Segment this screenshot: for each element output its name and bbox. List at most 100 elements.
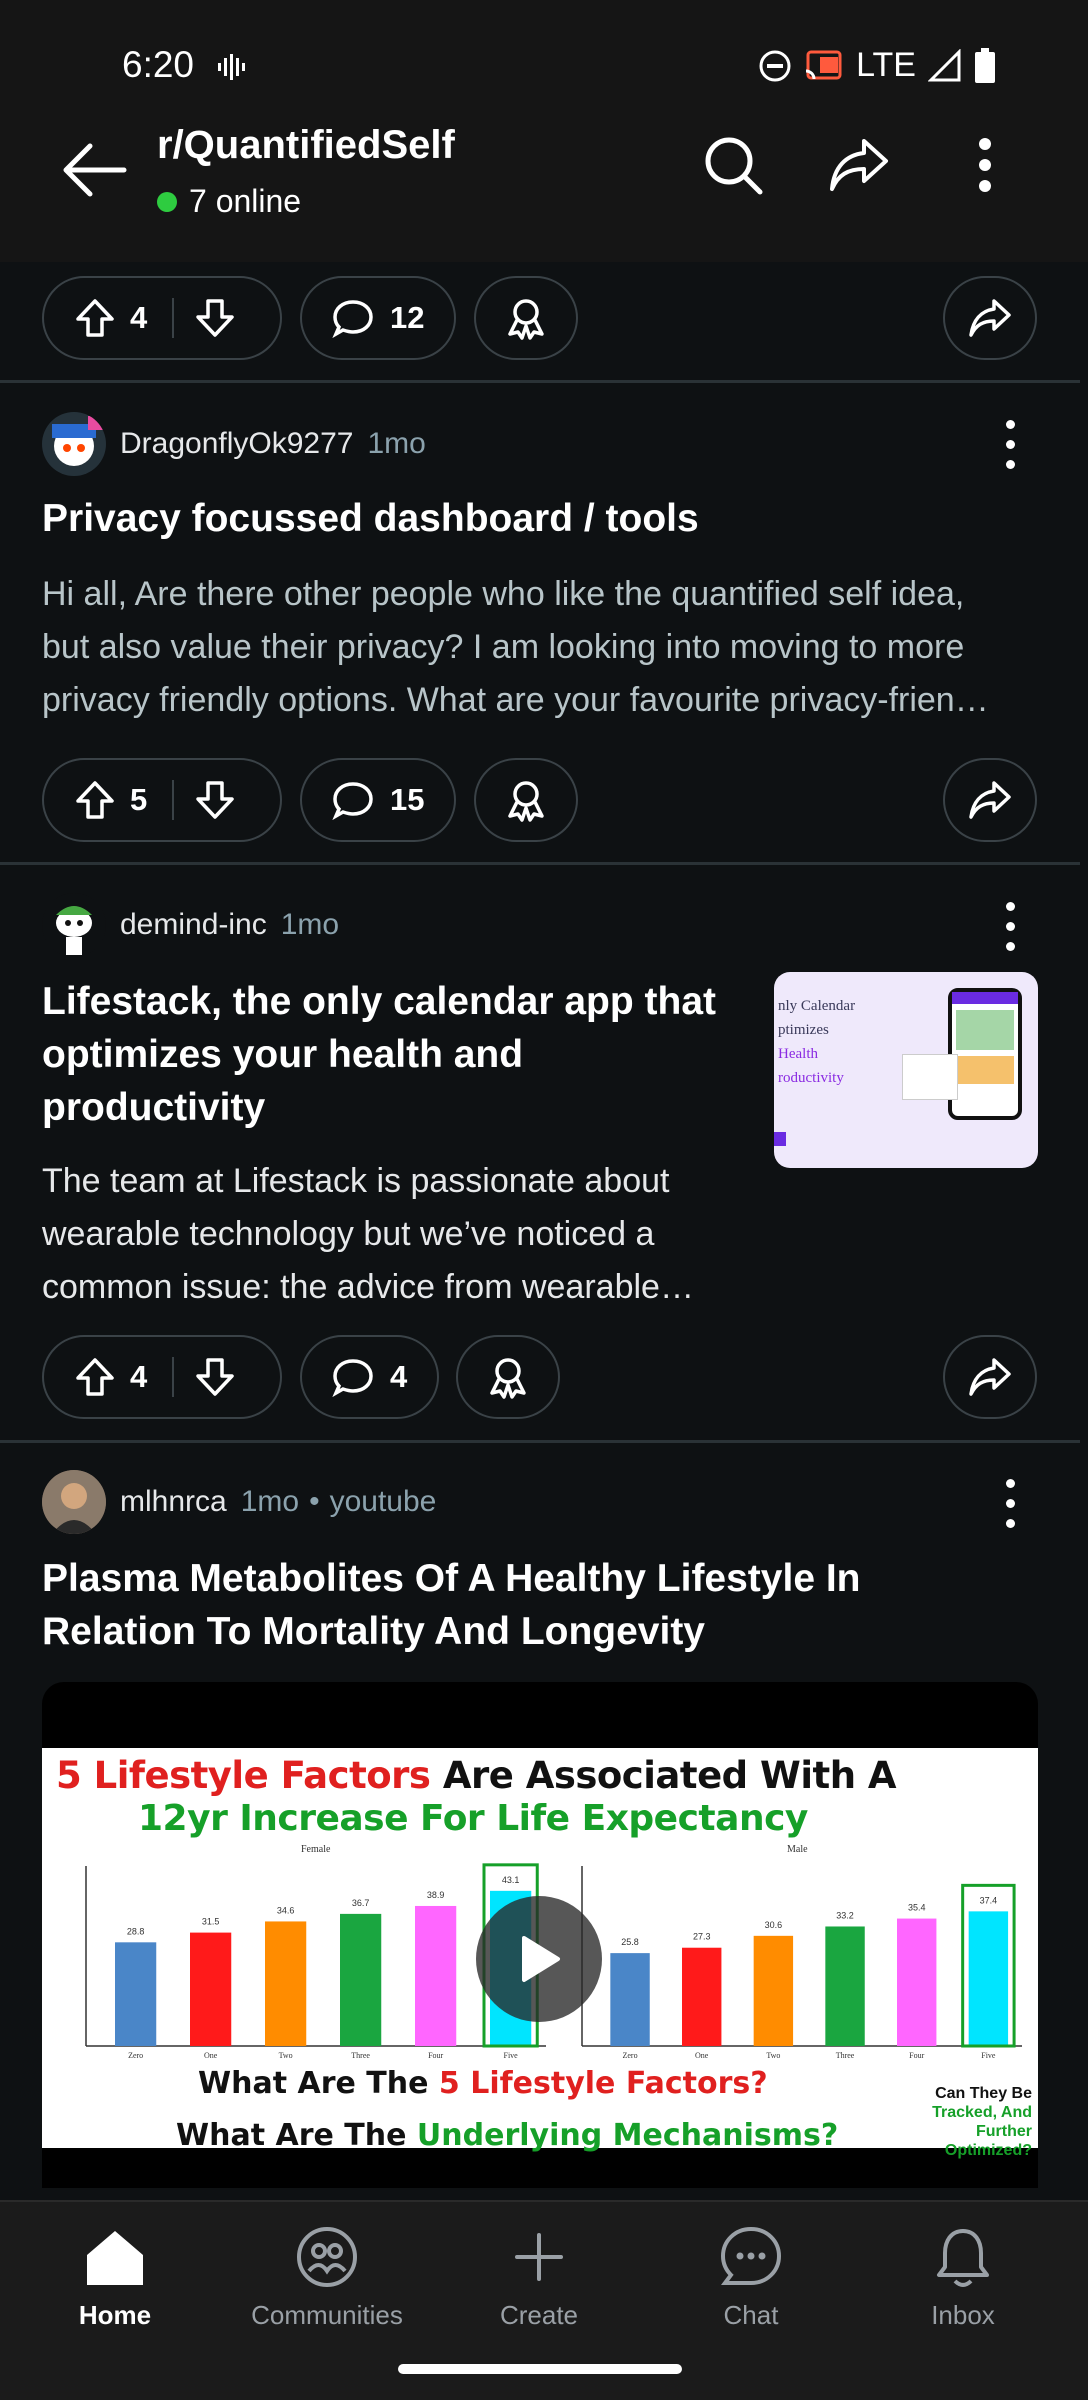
- award-button[interactable]: [474, 276, 578, 360]
- category-label: Three: [351, 2051, 370, 2060]
- bar-value-label: 28.8: [127, 1926, 145, 1936]
- category-label: Four: [909, 2051, 924, 2060]
- share-button[interactable]: [943, 758, 1037, 842]
- upvote-count: 4: [130, 1359, 148, 1394]
- vote-control: 4: [42, 276, 282, 360]
- video-preview[interactable]: 5 Lifestyle Factors Are Associated With …: [42, 1682, 1038, 2188]
- comments-button[interactable]: 12: [300, 276, 457, 360]
- title-line: productivity: [42, 1086, 266, 1129]
- cast-icon: [805, 50, 842, 79]
- nav-label: Create: [499, 2300, 579, 2330]
- question-2-green: Underlying Mechanisms?: [416, 2118, 839, 2153]
- post-title[interactable]: Privacy focussed dashboard / tools: [42, 492, 699, 545]
- category-label: Zero: [622, 2051, 637, 2060]
- thumb-line: nly Calendar: [778, 998, 856, 1014]
- category-label: One: [204, 2051, 218, 2060]
- body-line: The team at Lifestack is passionate abou…: [42, 1162, 670, 1200]
- post-source[interactable]: youtube: [330, 1485, 437, 1519]
- share-icon: [969, 1358, 1011, 1396]
- nav-label: Inbox: [931, 2300, 995, 2330]
- network-type: LTE: [856, 46, 916, 84]
- category-label: Four: [428, 2051, 443, 2060]
- bar: [115, 1942, 157, 2046]
- nav-home[interactable]: Home: [30, 2224, 200, 2331]
- overflow-menu-button[interactable]: [950, 130, 1020, 200]
- nav-communities[interactable]: Communities: [242, 2224, 412, 2331]
- upvote-icon[interactable]: [74, 779, 116, 821]
- search-button[interactable]: [698, 130, 768, 200]
- bar: [340, 1913, 382, 2046]
- bar-value-label: 35.4: [908, 1903, 926, 1913]
- post-thumbnail[interactable]: nly Calendar ptimizes Health roductivity: [774, 972, 1038, 1168]
- online-dot-icon: [157, 191, 177, 212]
- question-1: What Are The: [198, 2066, 439, 2101]
- signal-icon: [928, 48, 961, 81]
- nav-label: Chat: [723, 2300, 779, 2330]
- post-menu-button[interactable]: [994, 1473, 1026, 1533]
- vote-separator: [172, 780, 174, 820]
- headline-green: 12yr Increase For Life Expectancy: [138, 1798, 808, 1839]
- side-text-1: Can They Be: [935, 2085, 1032, 2102]
- bar-value-label: 27.3: [693, 1932, 711, 1942]
- post-menu-button[interactable]: [994, 414, 1026, 474]
- downvote-icon[interactable]: [194, 1356, 236, 1398]
- upvote-count: 4: [130, 300, 148, 335]
- post-body[interactable]: Hi all, Are there other people who like …: [42, 568, 989, 727]
- downvote-icon[interactable]: [194, 779, 236, 821]
- online-label: 7 online: [189, 183, 302, 219]
- body-line: common issue: the advice from wearable…: [42, 1268, 694, 1306]
- title-line: Plasma Metabolites Of A Healthy Lifestyl…: [42, 1557, 861, 1600]
- share-button[interactable]: [943, 1335, 1037, 1419]
- status-bar: 6:20 LTE: [0, 0, 1088, 130]
- nav-inbox[interactable]: Inbox: [878, 2224, 1048, 2331]
- bar: [610, 1953, 650, 2046]
- author-name: demind-inc: [120, 908, 267, 941]
- comment-count: 12: [390, 300, 425, 335]
- play-button[interactable]: [476, 1896, 602, 2022]
- subreddit-title[interactable]: r/QuantifiedSelf: [157, 123, 455, 168]
- gesture-bar[interactable]: [398, 2364, 682, 2374]
- comment-count: 4: [390, 1359, 408, 1394]
- upvote-icon[interactable]: [74, 1356, 116, 1398]
- vote-control: 4: [42, 1335, 282, 1419]
- post-divider: [0, 862, 1080, 865]
- share-button[interactable]: [943, 276, 1037, 360]
- post-title[interactable]: Lifestack, the only calendar app that op…: [42, 975, 716, 1134]
- post-body[interactable]: The team at Lifestack is passionate abou…: [42, 1155, 694, 1314]
- share-icon: [830, 139, 888, 191]
- bar: [682, 1947, 722, 2046]
- share-subreddit-button[interactable]: [824, 130, 894, 200]
- back-arrow-icon[interactable]: [60, 140, 128, 200]
- top-bar: 6:20 LTE r/QuantifiedSelf 7 online: [0, 0, 1088, 262]
- award-button[interactable]: [456, 1335, 560, 1419]
- downvote-icon[interactable]: [194, 297, 236, 339]
- side-text-3: Optimized?: [944, 2142, 1032, 2159]
- post-author-row[interactable]: mlhnrca 1mo • youtube: [42, 1470, 436, 1534]
- bar-value-label: 34.6: [277, 1905, 295, 1915]
- chat-icon: [720, 2226, 782, 2285]
- category-label: Two: [766, 2051, 780, 2060]
- nav-create[interactable]: Create: [454, 2224, 624, 2331]
- plus-icon: [515, 2233, 563, 2281]
- category-label: Two: [279, 2051, 293, 2060]
- post-divider: [0, 380, 1080, 383]
- post-title[interactable]: Plasma Metabolites Of A Healthy Lifestyl…: [42, 1552, 861, 1658]
- more-vertical-icon: [979, 138, 991, 192]
- bar-value-label: 33.2: [836, 1910, 854, 1920]
- comments-button[interactable]: 15: [300, 758, 457, 842]
- award-button[interactable]: [474, 758, 578, 842]
- bar-value-label: 36.7: [352, 1898, 370, 1908]
- upvote-icon[interactable]: [74, 297, 116, 339]
- bar-value-label: 31.5: [202, 1917, 220, 1927]
- post-author-row[interactable]: demind-inc 1mo: [42, 893, 339, 957]
- nav-chat[interactable]: Chat: [666, 2224, 836, 2331]
- question-1-red: 5 Lifestyle Factors?: [438, 2066, 768, 2101]
- thumb-line: Health: [778, 1046, 818, 1062]
- side-text-2: Tracked, And Further: [932, 2104, 1032, 2140]
- post-author-row[interactable]: DragonflyOk9277 1mo: [42, 412, 426, 476]
- bar-value-label: 38.9: [427, 1890, 445, 1900]
- award-icon: [508, 781, 544, 822]
- post-menu-button[interactable]: [994, 896, 1026, 956]
- post-divider: [0, 1440, 1080, 1443]
- comments-button[interactable]: 4: [300, 1335, 440, 1419]
